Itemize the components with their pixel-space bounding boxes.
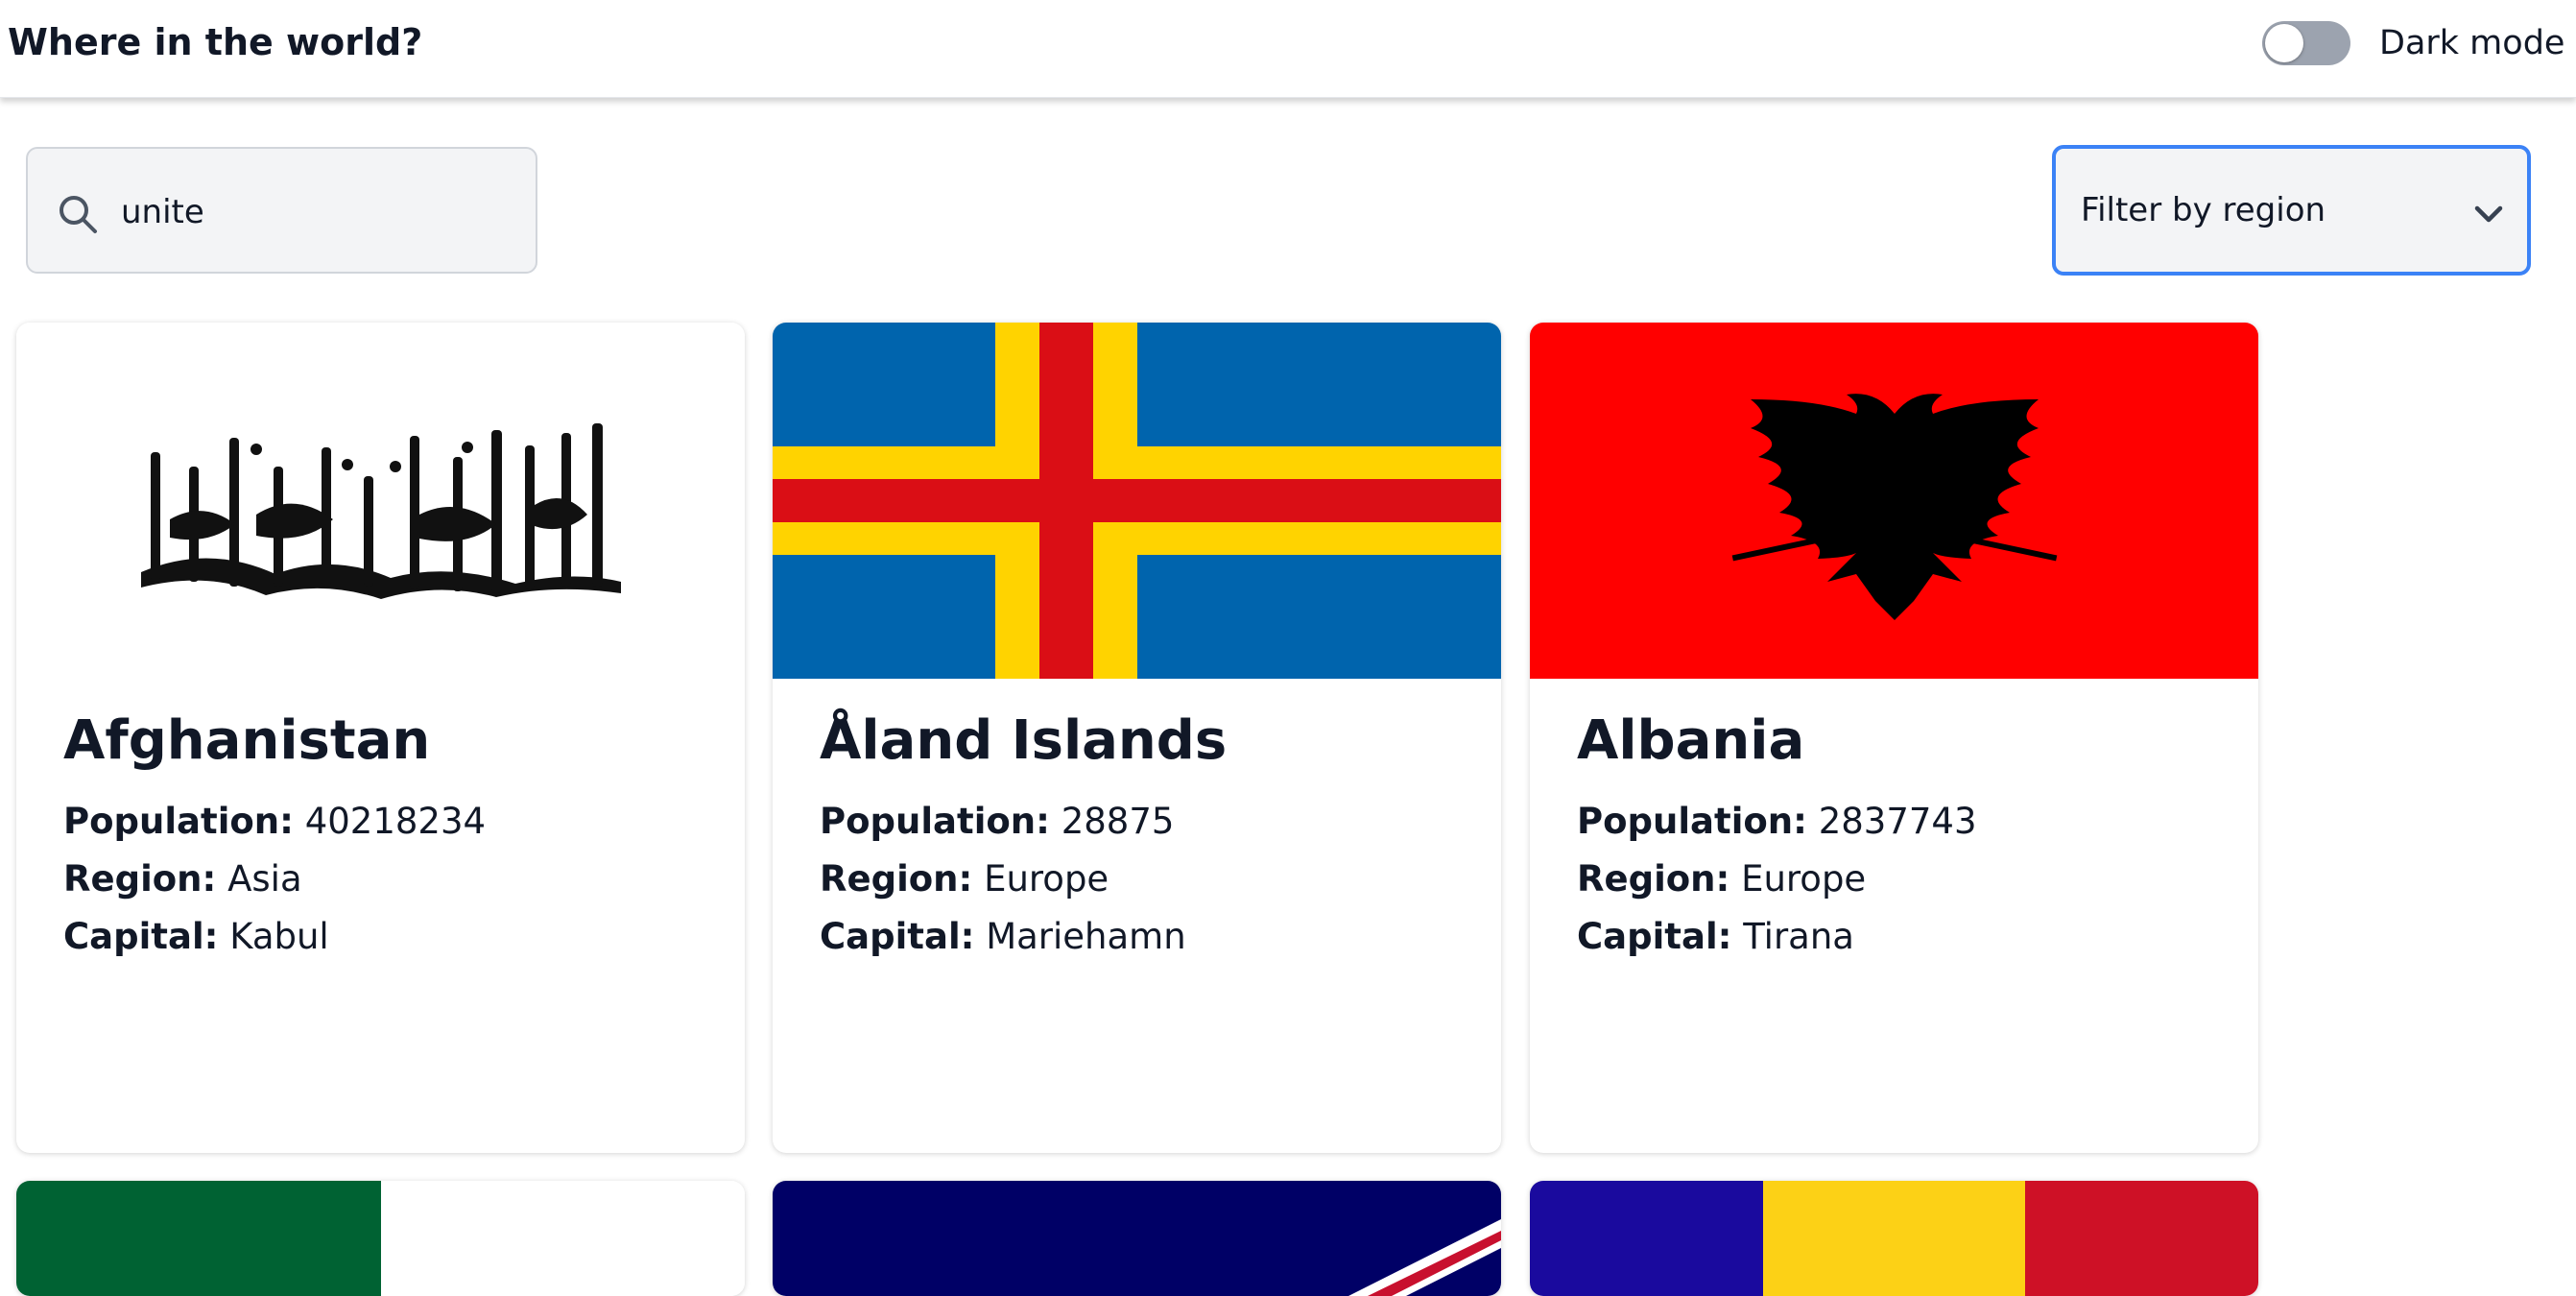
capital-value: Kabul xyxy=(229,916,329,957)
region-value: Europe xyxy=(984,858,1109,900)
population-value: 2837743 xyxy=(1818,801,1977,842)
country-card-albania[interactable]: Albania Population: 2837743 Region: Euro… xyxy=(1530,323,2258,1153)
flag-albania xyxy=(1530,323,2258,679)
region-row: Region: Europe xyxy=(1577,851,1977,908)
app-header: Where in the world? Dark mode xyxy=(0,0,2576,98)
flag-aland-islands xyxy=(773,323,1501,679)
country-card-aland-islands[interactable]: Åland Islands Population: 28875 Region: … xyxy=(773,323,1501,1153)
region-value: Europe xyxy=(1741,858,1867,900)
search-icon xyxy=(60,196,97,233)
capital-label: Capital: xyxy=(63,916,219,957)
flag-partial-2 xyxy=(773,1181,1501,1296)
filter-selected-value[interactable]: Filter by region xyxy=(2081,187,2326,233)
capital-label: Capital: xyxy=(820,916,975,957)
capital-row: Capital: Mariehamn xyxy=(820,908,1227,966)
country-name[interactable]: Afghanistan xyxy=(63,703,486,780)
capital-row: Capital: Kabul xyxy=(63,908,486,966)
search-input[interactable] xyxy=(121,185,505,239)
region-label: Region: xyxy=(63,858,217,900)
region-row: Region: Europe xyxy=(820,851,1227,908)
aland-flag-image xyxy=(773,323,1501,679)
flag-afghanistan xyxy=(16,323,745,679)
albania-flag-image xyxy=(1530,323,2258,679)
capital-label: Capital: xyxy=(1577,916,1732,957)
toggle-knob[interactable] xyxy=(2265,24,2303,62)
capital-value: Mariehamn xyxy=(986,916,1186,957)
card-details: Albania Population: 2837743 Region: Euro… xyxy=(1577,703,1977,966)
flag-partial-3 xyxy=(1530,1181,2258,1296)
card-details: Afghanistan Population: 40218234 Region:… xyxy=(63,703,486,966)
population-value: 40218234 xyxy=(304,801,487,842)
population-label: Population: xyxy=(1577,801,1807,842)
capital-row: Capital: Tirana xyxy=(1577,908,1977,966)
population-label: Population: xyxy=(63,801,294,842)
region-value: Asia xyxy=(227,858,302,900)
country-name[interactable]: Albania xyxy=(1577,703,1977,780)
flag-partial-1 xyxy=(16,1181,745,1296)
region-row: Region: Asia xyxy=(63,851,486,908)
population-value: 28875 xyxy=(1061,801,1175,842)
region-label: Region: xyxy=(820,858,973,900)
population-row: Population: 2837743 xyxy=(1577,793,1977,851)
afghanistan-flag-image xyxy=(16,323,745,679)
dark-mode-toggle[interactable] xyxy=(2262,21,2350,65)
population-row: Population: 40218234 xyxy=(63,793,486,851)
population-row: Population: 28875 xyxy=(820,793,1227,851)
population-label: Population: xyxy=(820,801,1050,842)
country-card-partial-2[interactable] xyxy=(773,1181,1501,1296)
region-filter-select[interactable]: Filter by region xyxy=(2052,145,2531,276)
country-name[interactable]: Åland Islands xyxy=(820,703,1227,780)
dark-mode-label[interactable]: Dark mode xyxy=(2379,19,2564,67)
capital-value: Tirana xyxy=(1743,916,1854,957)
chevron-down-icon[interactable] xyxy=(2471,197,2506,231)
card-details: Åland Islands Population: 28875 Region: … xyxy=(820,703,1227,966)
search-box[interactable] xyxy=(26,147,537,274)
country-card-partial-3[interactable] xyxy=(1530,1181,2258,1296)
country-card-afghanistan[interactable]: Afghanistan Population: 40218234 Region:… xyxy=(16,323,745,1153)
region-label: Region: xyxy=(1577,858,1730,900)
app-title: Where in the world? xyxy=(8,21,423,63)
country-card-partial-1[interactable] xyxy=(16,1181,745,1296)
